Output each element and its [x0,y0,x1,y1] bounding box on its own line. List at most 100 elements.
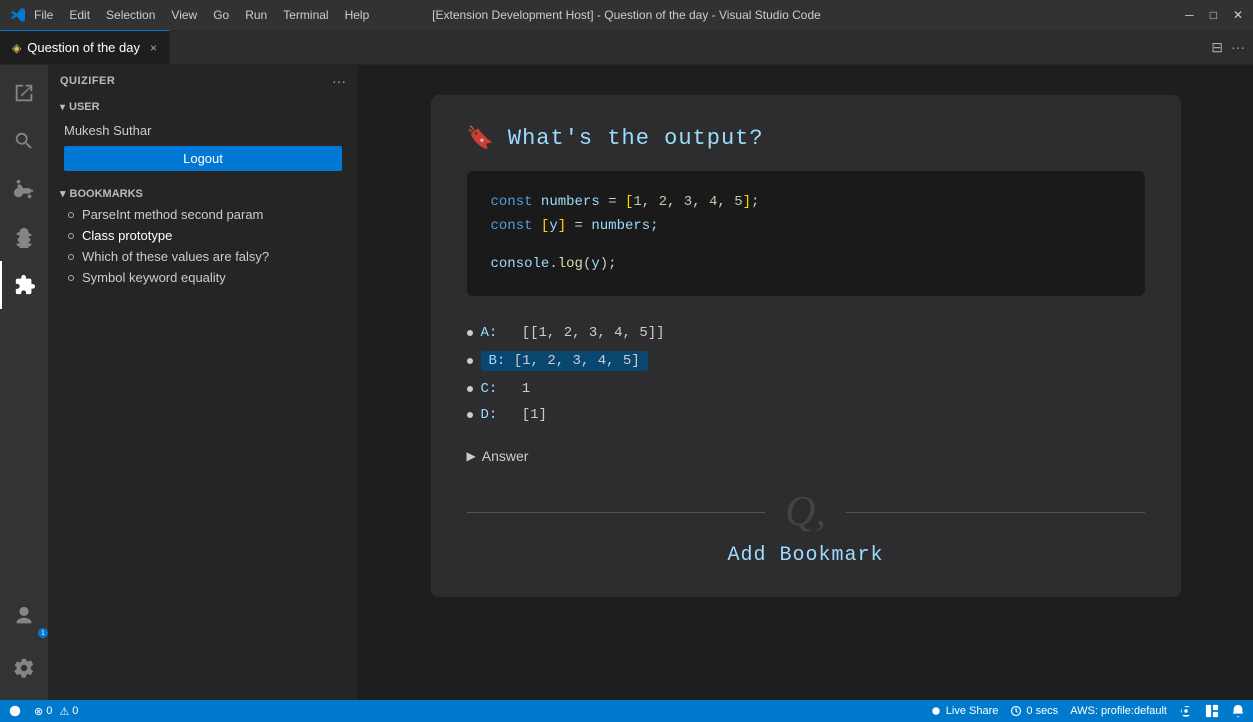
profile-display[interactable]: AWS: profile:default [1070,705,1167,717]
option-value-3: [1] [522,407,547,423]
options-list: A: [[1, 2, 3, 4, 5]] B: [1, 2, 3, 4, 5] C:… [467,320,1145,428]
answer-label: Answer [482,448,529,464]
title-bar-left: File Edit Selection View Go Run Terminal… [10,7,369,23]
maximize-button[interactable]: □ [1210,8,1217,22]
bottom-section: Q, Add Bookmark [467,488,1145,567]
bookmark-item-0[interactable]: ParseInt method second param [48,204,358,225]
notification-icon[interactable] [1231,704,1245,718]
option-bullet-0 [467,330,473,336]
close-button[interactable]: ✕ [1233,8,1243,22]
user-section-header[interactable]: ▾ USER [48,97,358,117]
code-line-1: const numbers = [1, 2, 3, 4, 5]; [491,191,1121,215]
activity-search[interactable] [0,117,48,165]
question-title: What's the output? [508,126,764,151]
activity-explorer[interactable] [0,69,48,117]
option-item-1[interactable]: B: [1, 2, 3, 4, 5] [467,346,1145,376]
right-divider [846,512,1145,513]
menu-terminal[interactable]: Terminal [283,8,328,22]
option-label-0: A: [481,325,498,341]
logout-button[interactable]: Logout [64,146,342,171]
option-item-0[interactable]: A: [[1, 2, 3, 4, 5]] [467,320,1145,346]
account-badge: 1 [38,628,48,638]
bookmark-dot-0 [68,212,74,218]
activity-extensions[interactable] [0,261,48,309]
account-button[interactable]: 1 [0,592,48,640]
sidebar-header: QUIZIFER ··· [48,65,358,97]
q-watermark: Q, [785,488,826,536]
menu-go[interactable]: Go [213,8,229,22]
bookmark-icon: 🔖 [467,125,494,151]
tab-label: Question of the day [27,40,140,55]
menu-run[interactable]: Run [245,8,267,22]
bookmarks-list: ParseInt method second param Class protot… [48,204,358,288]
tab-file-icon: ◈ [12,41,21,55]
status-bar-right: Live Share 0 secs AWS: profile:default [930,704,1245,718]
broadcast-icon[interactable] [1179,704,1193,718]
minimize-button[interactable]: ─ [1185,8,1194,22]
activity-source-control[interactable] [0,165,48,213]
user-section-label: USER [69,101,100,113]
live-share-label: Live Share [946,705,999,717]
menu-view[interactable]: View [171,8,197,22]
remote-indicator[interactable] [8,704,22,718]
tab-question-of-the-day[interactable]: ◈ Question of the day × [0,30,170,64]
option-item-2[interactable]: C: 1 [467,376,1145,402]
split-editor-icon[interactable]: ⊟ [1211,39,1223,56]
bookmark-dot-2 [68,254,74,260]
sidebar-more-icon[interactable]: ··· [332,73,346,89]
sidebar-header-actions: ··· [332,73,346,89]
editor-content: 🔖 What's the output? const numbers = [1,… [358,65,1253,700]
question-header: 🔖 What's the output? [467,125,1145,151]
option-bullet-1 [467,358,473,364]
option-value-0: [[1, 2, 3, 4, 5]] [522,325,665,341]
error-count[interactable]: ⊗ 0 ⚠ 0 [34,705,78,718]
option-bullet-3 [467,412,473,418]
add-bookmark-label: Add Bookmark [727,544,883,567]
bookmark-label-1: Class prototype [82,228,172,243]
status-bar-left: ⊗ 0 ⚠ 0 [8,704,78,718]
error-icon: ⊗ [34,705,43,718]
question-card: 🔖 What's the output? const numbers = [1,… [431,95,1181,597]
left-divider [467,512,766,513]
main-layout: 1 QUIZIFER ··· ▾ USER Mukesh Suthar Logo… [0,65,1253,700]
menu-selection[interactable]: Selection [106,8,155,22]
option-label-3: D: [481,407,498,423]
bookmark-label-3: Symbol keyword equality [82,270,226,285]
warning-number: 0 [72,705,78,717]
timer-display[interactable]: 0 secs [1010,705,1058,717]
bookmark-dot-3 [68,275,74,281]
menu-help[interactable]: Help [345,8,370,22]
answer-arrow-icon: ▶ [467,449,476,463]
status-bar: ⊗ 0 ⚠ 0 Live Share 0 secs AWS: profile:d… [0,700,1253,722]
user-section-chevron: ▾ [60,102,65,113]
menu-edit[interactable]: Edit [69,8,90,22]
window-title: [Extension Development Host] - Question … [432,8,821,22]
bookmark-item-3[interactable]: Symbol keyword equality [48,267,358,288]
code-line-2: const [y] = numbers; [491,215,1121,239]
tab-bar: ◈ Question of the day × ⊟ ··· [0,30,1253,65]
tab-close-button[interactable]: × [150,41,157,55]
profile-label: AWS: profile:default [1070,705,1167,717]
live-share-button[interactable]: Live Share [930,705,999,717]
divider-row: Q, [467,488,1145,536]
warning-icon: ⚠ [59,705,69,718]
activity-debug[interactable] [0,213,48,261]
window-controls: ─ □ ✕ [1185,8,1243,22]
layout-icon[interactable] [1205,704,1219,718]
sidebar: QUIZIFER ··· ▾ USER Mukesh Suthar Logout… [48,65,358,700]
settings-button[interactable] [0,644,48,692]
user-name: Mukesh Suthar [48,117,358,142]
bookmarks-section-label: BOOKMARKS [70,188,143,200]
bookmark-item-2[interactable]: Which of these values are falsy? [48,246,358,267]
bookmarks-section-header[interactable]: ▾ BOOKMARKS [48,179,358,204]
bookmark-item-1[interactable]: Class prototype [48,225,358,246]
option-item-3[interactable]: D: [1] [467,402,1145,428]
activity-bar: 1 [0,65,48,700]
menu-file[interactable]: File [34,8,53,22]
bookmark-label-2: Which of these values are falsy? [82,249,269,264]
more-actions-icon[interactable]: ··· [1231,39,1245,55]
answer-toggle[interactable]: ▶ Answer [467,448,1145,464]
menu-bar: File Edit Selection View Go Run Terminal… [34,8,369,22]
option-1: B: [1, 2, 3, 4, 5] [481,351,648,371]
option-value-2: 1 [522,381,530,397]
